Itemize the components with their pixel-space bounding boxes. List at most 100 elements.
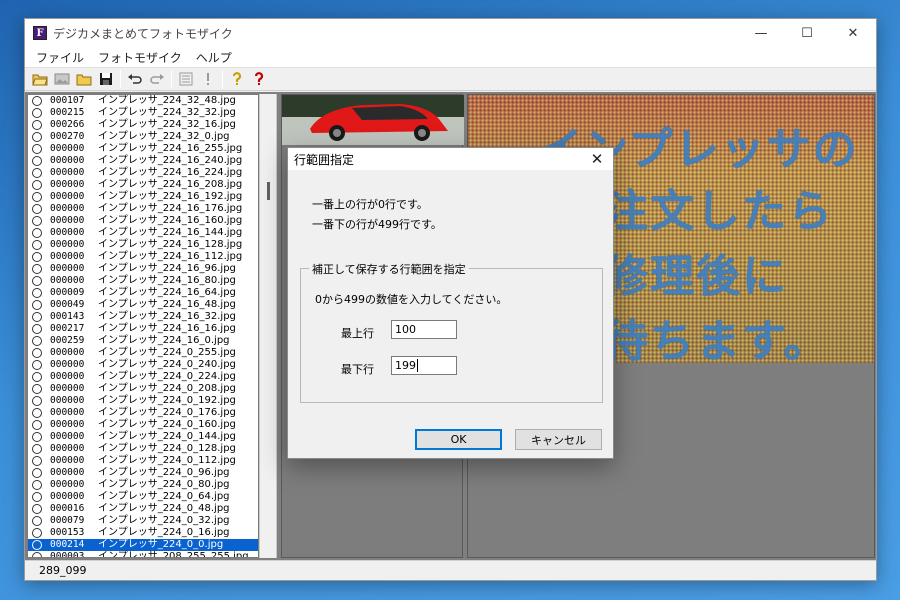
- exclamation-icon[interactable]: [197, 69, 218, 89]
- row-radio-button[interactable]: [32, 204, 42, 214]
- file-list-row[interactable]: 000000 インプレッサ_224_16_80.jpg: [28, 275, 258, 287]
- row-radio-button[interactable]: [32, 336, 42, 346]
- row-radio-button[interactable]: [32, 516, 42, 526]
- row-radio-button[interactable]: [32, 528, 42, 538]
- file-list-row[interactable]: 000000 インプレッサ_224_16_112.jpg: [28, 251, 258, 263]
- row-radio-button[interactable]: [32, 552, 42, 557]
- row-radio-button[interactable]: [32, 300, 42, 310]
- file-list-row[interactable]: 000000 インプレッサ_224_16_208.jpg: [28, 179, 258, 191]
- row-radio-button[interactable]: [32, 120, 42, 130]
- help-question-red-icon[interactable]: [248, 69, 269, 89]
- menu-photomosaic[interactable]: フォトモザイク: [91, 49, 189, 66]
- row-radio-button[interactable]: [32, 432, 42, 442]
- file-list-row[interactable]: 000000 インプレッサ_224_0_208.jpg: [28, 383, 258, 395]
- row-radio-button[interactable]: [32, 192, 42, 202]
- file-list-row[interactable]: 000000 インプレッサ_224_0_255.jpg: [28, 347, 258, 359]
- file-list-row[interactable]: 000107 インプレッサ_224_32_48.jpg: [28, 95, 258, 107]
- splitter-grip[interactable]: [267, 182, 270, 200]
- row-radio-button[interactable]: [32, 180, 42, 190]
- row-radio-button[interactable]: [32, 492, 42, 502]
- row-radio-button[interactable]: [32, 168, 42, 178]
- file-list-row[interactable]: 000000 インプレッサ_224_16_128.jpg: [28, 239, 258, 251]
- dialog-close-icon[interactable]: ✕: [587, 150, 607, 168]
- row-radio-button[interactable]: [32, 264, 42, 274]
- file-list-row[interactable]: 000217 インプレッサ_224_16_16.jpg: [28, 323, 258, 335]
- row-radio-button[interactable]: [32, 348, 42, 358]
- file-list-row[interactable]: 000214 インプレッサ_224_0_0.jpg: [28, 539, 258, 551]
- maximize-button[interactable]: ☐: [784, 19, 830, 47]
- row-radio-button[interactable]: [32, 252, 42, 262]
- file-list-row[interactable]: 000000 インプレッサ_224_0_64.jpg: [28, 491, 258, 503]
- open-folder-icon[interactable]: [29, 69, 50, 89]
- file-list[interactable]: 000107 インプレッサ_224_32_48.jpg 000215 インプレッサ_2…: [27, 94, 259, 558]
- file-list-row[interactable]: 000079 インプレッサ_224_0_32.jpg: [28, 515, 258, 527]
- bottom-row-input[interactable]: 199: [391, 356, 457, 375]
- row-radio-button[interactable]: [32, 360, 42, 370]
- file-list-row[interactable]: 000000 インプレッサ_224_0_80.jpg: [28, 479, 258, 491]
- file-list-row[interactable]: 000000 インプレッサ_224_0_224.jpg: [28, 371, 258, 383]
- row-radio-button[interactable]: [32, 468, 42, 478]
- file-list-row[interactable]: 000000 インプレッサ_224_0_112.jpg: [28, 455, 258, 467]
- file-list-row[interactable]: 000270 インプレッサ_224_32_0.jpg: [28, 131, 258, 143]
- row-radio-button[interactable]: [32, 504, 42, 514]
- row-radio-button[interactable]: [32, 108, 42, 118]
- save-icon[interactable]: [95, 69, 116, 89]
- title-bar[interactable]: F デジカメまとめてフォトモザイク — ☐ ✕: [25, 19, 876, 47]
- file-list-row[interactable]: 000000 インプレッサ_224_16_255.jpg: [28, 143, 258, 155]
- image-icon[interactable]: [51, 69, 72, 89]
- top-row-input[interactable]: 100: [391, 320, 457, 339]
- row-radio-button[interactable]: [32, 240, 42, 250]
- help-question-icon[interactable]: [226, 69, 247, 89]
- file-list-row[interactable]: 000000 インプレッサ_224_16_160.jpg: [28, 215, 258, 227]
- file-list-row[interactable]: 000000 インプレッサ_224_16_192.jpg: [28, 191, 258, 203]
- row-radio-button[interactable]: [32, 324, 42, 334]
- file-list-row[interactable]: 000000 インプレッサ_224_0_128.jpg: [28, 443, 258, 455]
- list-icon[interactable]: [175, 69, 196, 89]
- app-icon[interactable]: F: [33, 26, 47, 40]
- row-radio-button[interactable]: [32, 444, 42, 454]
- cancel-button[interactable]: キャンセル: [515, 429, 602, 450]
- file-list-row[interactable]: 000000 インプレッサ_224_0_192.jpg: [28, 395, 258, 407]
- file-list-row[interactable]: 000000 インプレッサ_224_0_96.jpg: [28, 467, 258, 479]
- row-radio-button[interactable]: [32, 540, 42, 550]
- file-list-row[interactable]: 000266 インプレッサ_224_32_16.jpg: [28, 119, 258, 131]
- file-list-row[interactable]: 000000 インプレッサ_224_0_176.jpg: [28, 407, 258, 419]
- file-list-row[interactable]: 000000 インプレッサ_224_16_144.jpg: [28, 227, 258, 239]
- file-list-row[interactable]: 000153 インプレッサ_224_0_16.jpg: [28, 527, 258, 539]
- folder-icon[interactable]: [73, 69, 94, 89]
- file-list-row[interactable]: 000009 インプレッサ_224_16_64.jpg: [28, 287, 258, 299]
- close-button[interactable]: ✕: [830, 19, 876, 47]
- file-list-row[interactable]: 000259 インプレッサ_224_16_0.jpg: [28, 335, 258, 347]
- row-radio-button[interactable]: [32, 276, 42, 286]
- row-radio-button[interactable]: [32, 420, 42, 430]
- file-list-row[interactable]: 000215 インプレッサ_224_32_32.jpg: [28, 107, 258, 119]
- row-radio-button[interactable]: [32, 384, 42, 394]
- row-radio-button[interactable]: [32, 96, 42, 106]
- minimize-button[interactable]: —: [738, 19, 784, 47]
- file-list-row[interactable]: 000049 インプレッサ_224_16_48.jpg: [28, 299, 258, 311]
- file-list-row[interactable]: 000000 インプレッサ_224_0_240.jpg: [28, 359, 258, 371]
- file-list-row[interactable]: 000003 インプレッサ_208_255_255.jpg: [28, 551, 258, 557]
- ok-button[interactable]: OK: [415, 429, 502, 450]
- menu-help[interactable]: ヘルプ: [189, 49, 239, 66]
- row-radio-button[interactable]: [32, 396, 42, 406]
- dialog-title-bar[interactable]: 行範囲指定: [288, 148, 613, 170]
- file-list-row[interactable]: 000000 インプレッサ_224_16_240.jpg: [28, 155, 258, 167]
- row-radio-button[interactable]: [32, 372, 42, 382]
- undo-icon[interactable]: [124, 69, 145, 89]
- row-radio-button[interactable]: [32, 456, 42, 466]
- row-radio-button[interactable]: [32, 228, 42, 238]
- row-radio-button[interactable]: [32, 408, 42, 418]
- row-radio-button[interactable]: [32, 312, 42, 322]
- file-list-row[interactable]: 000000 インプレッサ_224_16_96.jpg: [28, 263, 258, 275]
- row-radio-button[interactable]: [32, 156, 42, 166]
- row-radio-button[interactable]: [32, 132, 42, 142]
- row-radio-button[interactable]: [32, 480, 42, 490]
- file-list-row[interactable]: 000000 インプレッサ_224_16_224.jpg: [28, 167, 258, 179]
- row-radio-button[interactable]: [32, 144, 42, 154]
- row-radio-button[interactable]: [32, 288, 42, 298]
- pane-splitter[interactable]: [259, 94, 277, 558]
- file-list-row[interactable]: 000016 インプレッサ_224_0_48.jpg: [28, 503, 258, 515]
- row-radio-button[interactable]: [32, 216, 42, 226]
- file-list-row[interactable]: 000000 インプレッサ_224_0_160.jpg: [28, 419, 258, 431]
